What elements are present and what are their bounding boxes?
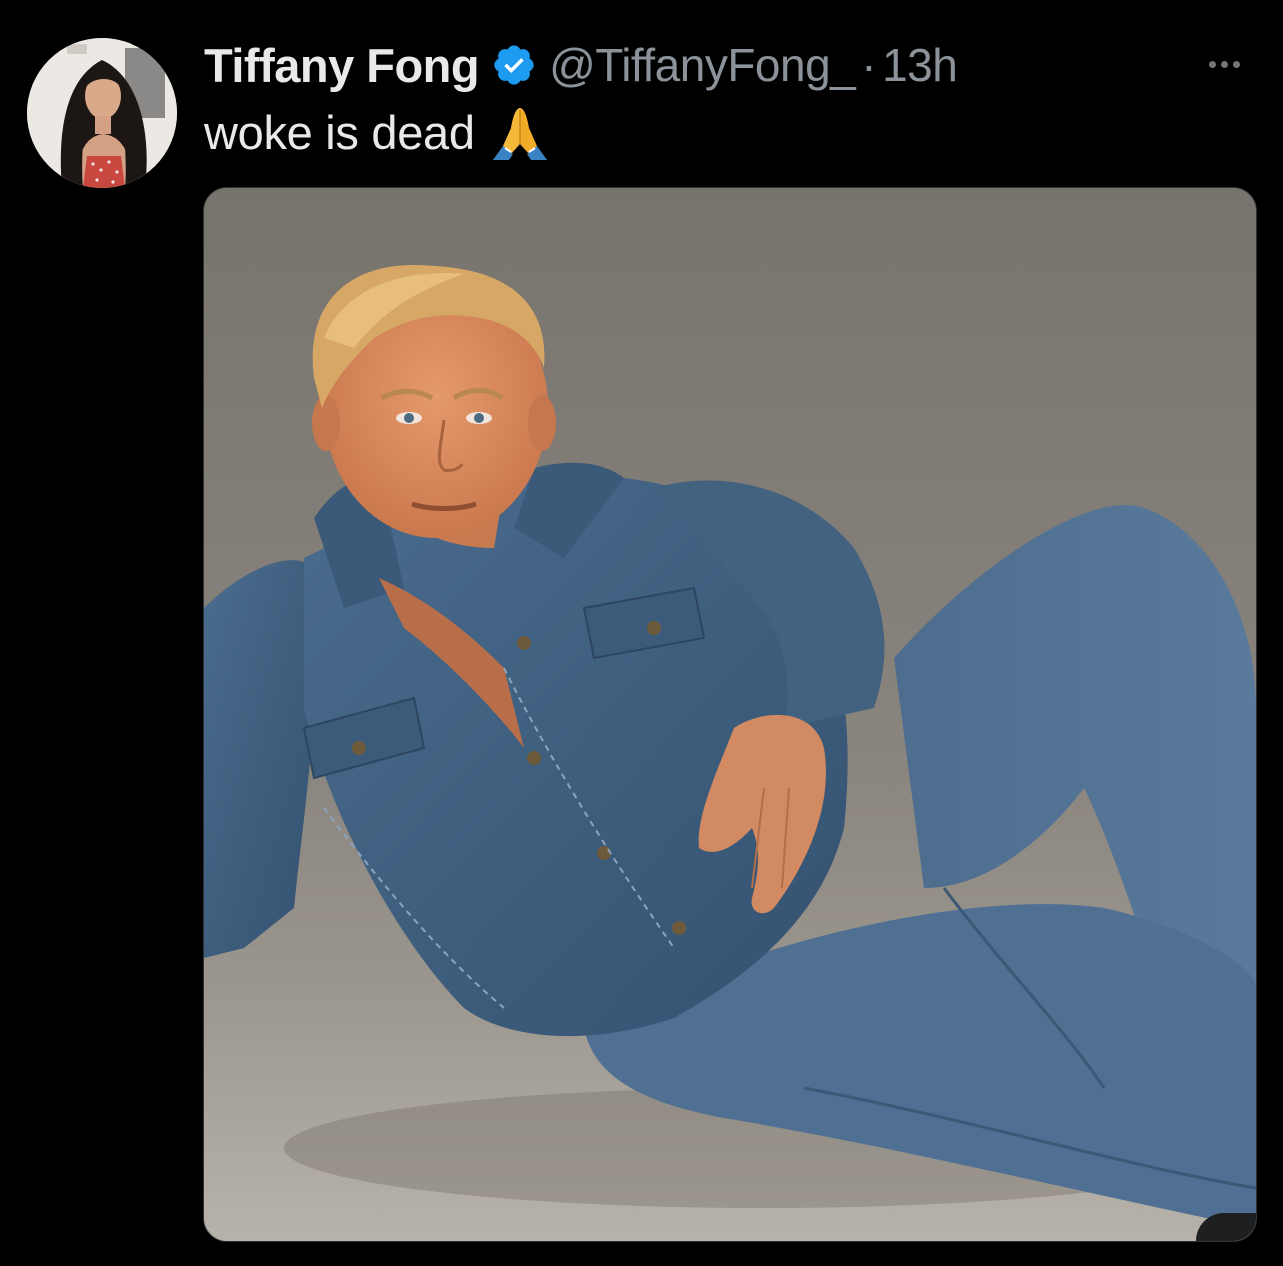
tweet-body: woke is dead bbox=[204, 105, 475, 159]
tweet-media-image[interactable] bbox=[203, 187, 1257, 1242]
author-display-name[interactable]: Tiffany Fong bbox=[204, 38, 480, 93]
folded-hands-icon bbox=[489, 102, 551, 162]
tweet-card[interactable]: Tiffany Fong @TiffanyFong_ · 13h woke is… bbox=[0, 0, 1283, 1266]
more-options-icon[interactable] bbox=[1199, 44, 1249, 84]
author-avatar[interactable] bbox=[27, 38, 177, 188]
avatar-portrait bbox=[27, 38, 177, 188]
separator-dot: · bbox=[861, 39, 877, 91]
verified-badge-icon[interactable] bbox=[491, 42, 537, 88]
media-photo bbox=[204, 188, 1256, 1241]
author-handle[interactable]: @TiffanyFong_ bbox=[549, 38, 856, 92]
more-dot bbox=[1232, 60, 1240, 68]
tweet-header: Tiffany Fong @TiffanyFong_ · 13h bbox=[204, 36, 958, 94]
post-timestamp[interactable]: 13h bbox=[882, 38, 958, 92]
more-dot bbox=[1208, 60, 1216, 68]
tweet-text: woke is dead bbox=[204, 102, 551, 162]
more-dot bbox=[1220, 60, 1228, 68]
